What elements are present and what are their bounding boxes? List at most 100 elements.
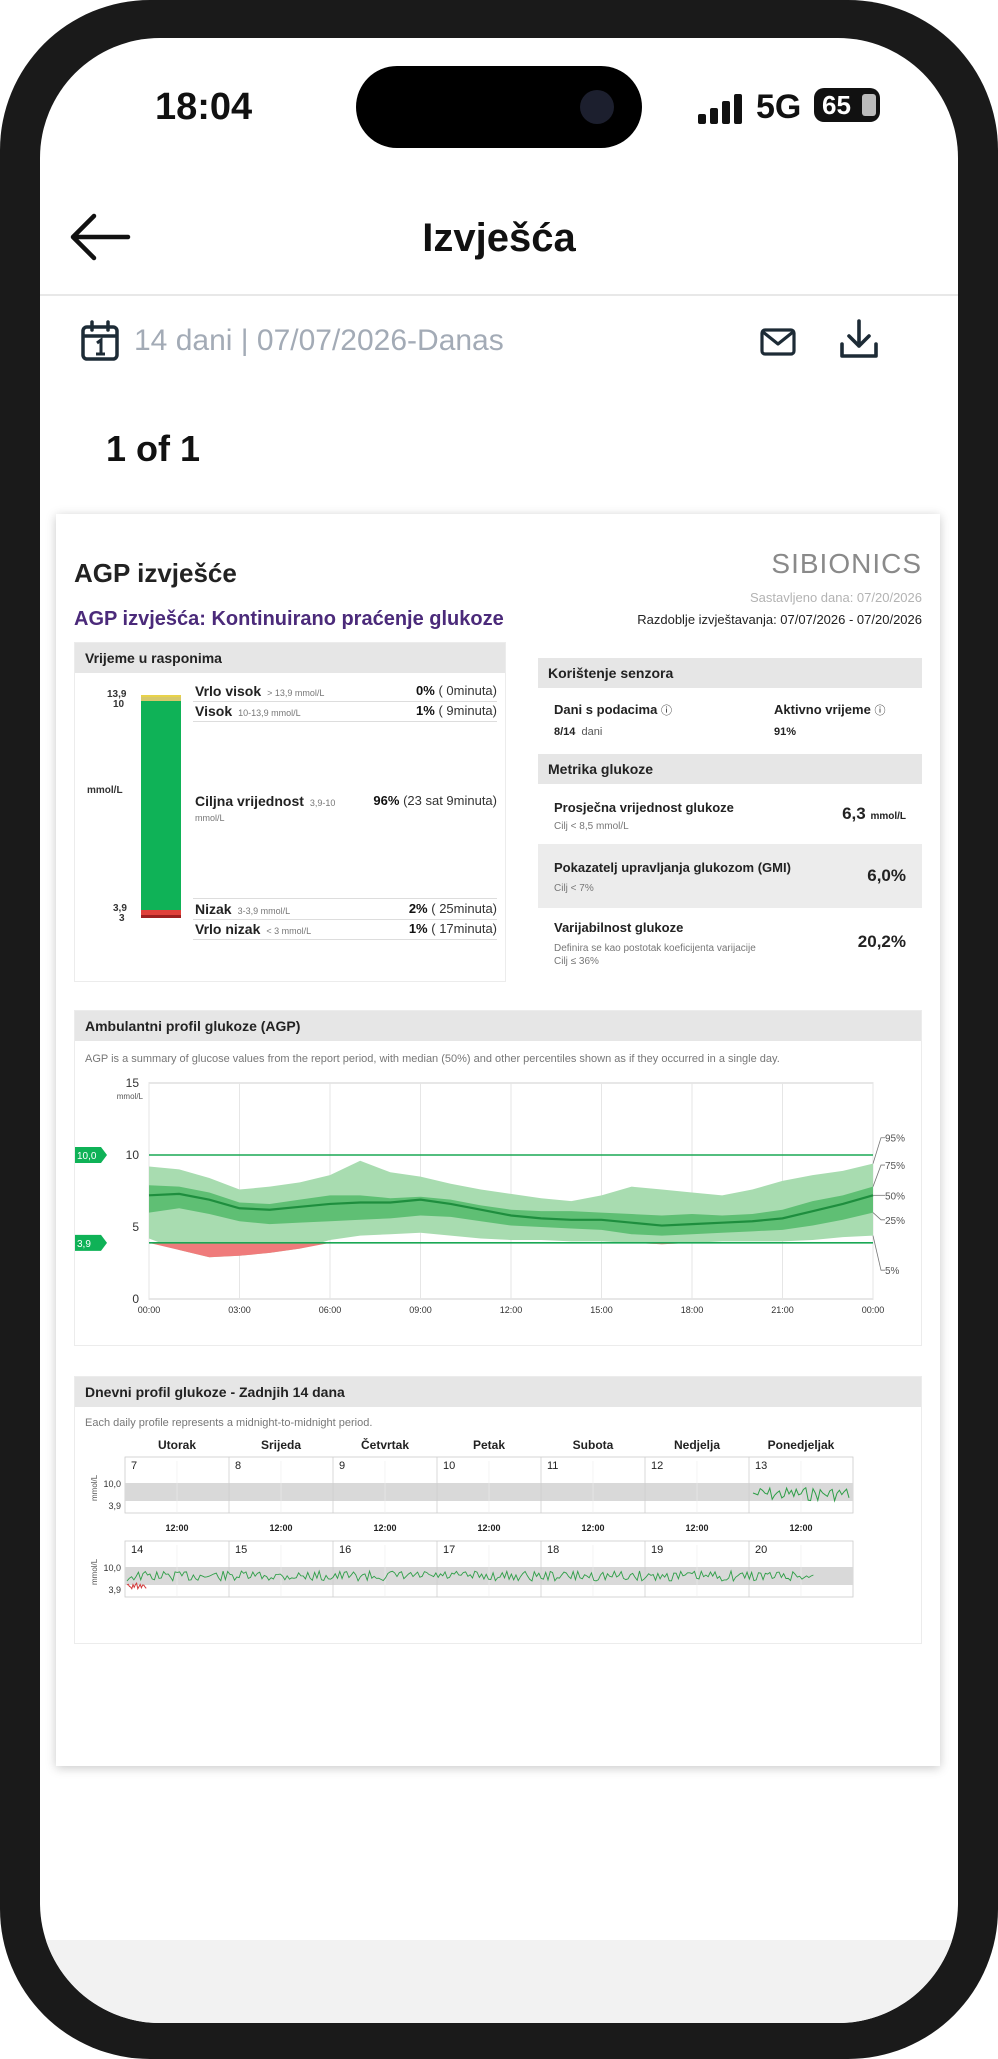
date-toolbar: 14 dani | 07/07/2026-Danas (40, 298, 958, 394)
panel-header: Korištenje senzora (538, 658, 922, 688)
percentile-label: 95% (885, 1134, 905, 1145)
range-label-target: Ciljna vrijednost 3,9-10 (195, 793, 336, 809)
weekday-label: Subota (573, 1438, 614, 1452)
metric-glucose-variability: Varijabilnost glukoze Definira se kao po… (554, 920, 906, 967)
day-number: 11 (547, 1460, 558, 1472)
x-tick-label: 09:00 (409, 1305, 432, 1315)
panel-header: Dnevni profil glukoze - Zadnjih 14 dana (75, 1377, 921, 1407)
metric-gmi: Pokazatelj upravljanja glukozom (GMI) Ci… (538, 844, 922, 908)
active-time-label: Aktivno vrijeme ⓘ (774, 702, 886, 717)
battery-level: 65 (822, 90, 851, 120)
percentile-leader (872, 1137, 885, 1164)
day-number: 20 (755, 1544, 767, 1556)
day-number: 19 (651, 1544, 663, 1556)
network-type: 5G (756, 88, 802, 126)
active-time-value: 91% (774, 726, 797, 738)
day-number: 9 (339, 1460, 345, 1472)
day-number: 15 (235, 1544, 247, 1556)
range-label-very-high: Vrlo visok > 13,9 mmol/L (195, 683, 325, 699)
day-number: 10 (443, 1460, 455, 1472)
percentile-label: 5% (885, 1266, 900, 1277)
bar-very-low (141, 915, 181, 918)
weekday-label: Četvrtak (361, 1437, 409, 1452)
time-in-range-bar (141, 695, 181, 921)
noon-label: 12:00 (165, 1523, 188, 1533)
x-tick-label: 15:00 (590, 1305, 613, 1315)
report-title: AGP izvješće (74, 558, 237, 588)
x-tick-label: 00:00 (138, 1305, 161, 1315)
range-value-very-high: 0% ( 0minuta) (416, 683, 497, 698)
noon-label: 12:00 (581, 1523, 604, 1533)
weekday-label: Srijeda (261, 1438, 301, 1452)
metric-mean-glucose: Prosječna vrijednost glukoze Cilj < 8,5 … (554, 800, 906, 832)
target-high-label: 10,0 (77, 1151, 97, 1162)
info-icon: ⓘ (874, 705, 886, 717)
y-tick-label: 10 (126, 1148, 140, 1162)
target-low-label: 3,9 (77, 1239, 91, 1250)
range-label-very-low: Vrlo nizak < 3 mmol/L (195, 921, 312, 937)
agp-chart-panel: Ambulantni profil glukoze (AGP) AGP is a… (74, 1010, 922, 1346)
noon-label: 12:00 (269, 1523, 292, 1533)
x-tick-label: 18:00 (681, 1305, 704, 1315)
status-time: 18:04 (155, 86, 253, 128)
info-icon: ⓘ (660, 705, 672, 717)
panel-header: Vrijeme u rasponima (75, 643, 505, 673)
day-number: 8 (235, 1460, 241, 1472)
percentile-label: 25% (885, 1216, 905, 1227)
phone-screen: 18:04 5G 65 Izvješća 14 dani | 07/07/202… (40, 38, 958, 2023)
divider (193, 939, 497, 940)
agp-report-page: AGP izvješće SIBIONICS Sastavljeno dana:… (56, 514, 940, 1766)
range-value-high: 1% ( 9minuta) (416, 703, 497, 718)
percentile-leader (872, 1235, 885, 1271)
panel-header: Metrika glukoze (538, 754, 922, 784)
noon-label: 12:00 (373, 1523, 396, 1533)
day-number: 14 (131, 1544, 143, 1556)
day-number: 17 (443, 1544, 455, 1556)
y-tick-label: 15 (126, 1076, 140, 1090)
divider (193, 919, 497, 920)
percentile-leader (872, 1164, 885, 1187)
x-tick-label: 03:00 (228, 1305, 251, 1315)
range-label-low: Nizak 3-3,9 mmol/L (195, 901, 291, 917)
axis-unit: mmol/L (87, 785, 123, 796)
x-tick-label: 21:00 (771, 1305, 794, 1315)
daily-profile-chart: Utorak Srijeda Četvrtak Petak Subota Nedjelja… (90, 1437, 854, 1598)
camera-icon (580, 90, 614, 124)
x-tick-label: 12:00 (500, 1305, 523, 1315)
weekday-label: Ponedjeljak (768, 1438, 835, 1452)
y-unit-label: mmol/L (117, 1092, 144, 1101)
percentile-label: 75% (885, 1161, 905, 1172)
y-tick-label: 5 (132, 1220, 139, 1234)
range-value-low: 2% ( 25minuta) (408, 901, 497, 916)
time-in-range-panel: Vrijeme u rasponima 13,9 10 mmol/L 3,9 3… (74, 642, 506, 982)
nav-bar: Izvješća (40, 178, 958, 296)
calendar-icon[interactable] (80, 320, 120, 362)
day-number: 7 (131, 1460, 137, 1472)
email-icon[interactable] (758, 322, 798, 362)
day-number: 13 (755, 1460, 767, 1472)
date-range[interactable]: 14 dani | 07/07/2026-Danas (134, 324, 504, 358)
x-tick-label: 00:00 (862, 1305, 885, 1315)
status-bar: 18:04 5G 65 (40, 38, 958, 178)
range-value-very-low: 1% ( 17minuta) (408, 921, 497, 936)
daily-note: Each daily profile represents a midnight… (85, 1417, 373, 1429)
report-subtitle: AGP izvješća: Kontinuirano praćenje gluk… (74, 608, 504, 630)
axis-tick: 3 (119, 913, 125, 924)
unit-label: mmol/L (90, 1558, 99, 1585)
sensor-usage-panel: Korištenje senzora Dani s podacima ⓘ 8/1… (538, 658, 922, 982)
percentile-leader (872, 1212, 885, 1221)
download-icon[interactable] (838, 318, 880, 362)
unit-label: mmol/L (90, 1474, 99, 1501)
noon-label: 12:00 (685, 1523, 708, 1533)
y-label: 3,9 (108, 1501, 121, 1511)
days-with-data-label: Dani s podacima ⓘ (554, 702, 672, 717)
page-counter: 1 of 1 (106, 428, 201, 469)
page-title: Izvješća (422, 216, 576, 260)
weekday-label: Petak (473, 1438, 505, 1452)
agp-note: AGP is a summary of glucose values from … (85, 1053, 780, 1065)
day-number: 18 (547, 1544, 559, 1556)
bottom-bar (40, 1940, 958, 2023)
axis-tick: 10 (113, 699, 125, 710)
reporting-period: Razdoblje izvještavanja: 07/07/2026 - 07… (637, 612, 922, 627)
y-label: 10,0 (103, 1479, 121, 1489)
